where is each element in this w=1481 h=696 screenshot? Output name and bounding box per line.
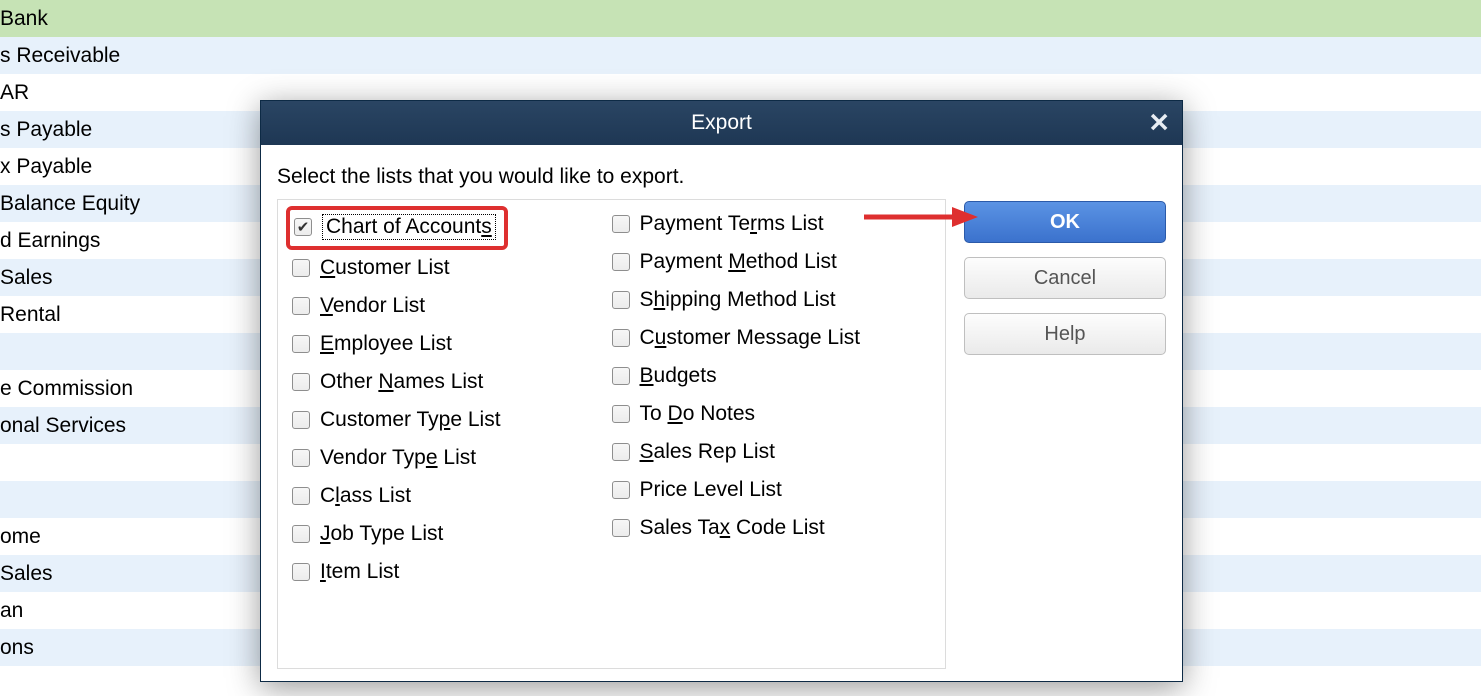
checkbox-label: Other Names List (320, 370, 483, 394)
checkbox-vendor-list[interactable]: Vendor List (292, 294, 612, 318)
checkbox-label: Job Type List (320, 522, 443, 546)
highlight-annotation: Chart of Accounts (286, 206, 508, 250)
dialog-instruction: Select the lists that you would like to … (277, 165, 1166, 189)
checkbox-chart-of-accounts[interactable]: Chart of Accounts (292, 212, 612, 242)
checkbox-payment-terms-list[interactable]: Payment Terms List (612, 212, 932, 236)
checkbox-icon[interactable] (292, 487, 310, 505)
checkbox-icon[interactable] (612, 329, 630, 347)
checkbox-label: Vendor Type List (320, 446, 476, 470)
checkbox-customer-list[interactable]: Customer List (292, 256, 612, 280)
checkbox-icon[interactable] (292, 335, 310, 353)
checkbox-employee-list[interactable]: Employee List (292, 332, 612, 356)
checkbox-icon[interactable] (612, 443, 630, 461)
cancel-button[interactable]: Cancel (964, 257, 1166, 299)
checkbox-column-left: Chart of Accounts Customer List Vendor Lis… (292, 212, 612, 656)
checkbox-label: Sales Rep List (640, 440, 775, 464)
checkbox-label: Vendor List (320, 294, 425, 318)
checkbox-label: Price Level List (640, 478, 782, 502)
checkbox-label: Item List (320, 560, 399, 584)
checkbox-icon[interactable] (292, 563, 310, 581)
checkbox-todo-notes[interactable]: To Do Notes (612, 402, 932, 426)
dialog-title: Export (691, 111, 752, 135)
checkbox-label: Budgets (640, 364, 717, 388)
export-dialog: Export ✕ Select the lists that you would… (260, 100, 1183, 682)
checkbox-icon[interactable] (292, 525, 310, 543)
dialog-body: Select the lists that you would like to … (261, 145, 1182, 681)
checkbox-label: Customer Message List (640, 326, 861, 350)
list-row[interactable]: s Receivable (0, 37, 1481, 74)
checkbox-label: Customer Type List (320, 408, 501, 432)
ok-button[interactable]: OK (964, 201, 1166, 243)
checkbox-icon[interactable] (292, 411, 310, 429)
checkbox-sales-tax-code-list[interactable]: Sales Tax Code List (612, 516, 932, 540)
close-icon[interactable]: ✕ (1148, 108, 1170, 139)
checkbox-icon[interactable] (612, 367, 630, 385)
checkbox-icon[interactable] (612, 215, 630, 233)
checkbox-icon[interactable] (612, 253, 630, 271)
checkbox-customer-message-list[interactable]: Customer Message List (612, 326, 932, 350)
checkbox-icon[interactable] (292, 297, 310, 315)
checkbox-label: Class List (320, 484, 411, 508)
checkbox-icon[interactable] (294, 218, 312, 236)
checkbox-sales-rep-list[interactable]: Sales Rep List (612, 440, 932, 464)
checkbox-other-names-list[interactable]: Other Names List (292, 370, 612, 394)
checkbox-label: Employee List (320, 332, 452, 356)
checkbox-icon[interactable] (612, 519, 630, 537)
list-row[interactable]: Bank (0, 0, 1481, 37)
checkbox-icon[interactable] (612, 291, 630, 309)
checkbox-label: Payment Terms List (640, 212, 824, 236)
checkbox-icon[interactable] (292, 373, 310, 391)
checkbox-label: Sales Tax Code List (640, 516, 825, 540)
checkbox-customer-type-list[interactable]: Customer Type List (292, 408, 612, 432)
checkbox-job-type-list[interactable]: Job Type List (292, 522, 612, 546)
checkbox-icon[interactable] (612, 405, 630, 423)
checkbox-column-right: Payment Terms List Payment Method List Shi… (612, 212, 932, 656)
checkbox-icon[interactable] (292, 259, 310, 277)
help-button[interactable]: Help (964, 313, 1166, 355)
checkbox-label: Payment Method List (640, 250, 837, 274)
checkbox-label: Chart of Accounts (322, 214, 496, 240)
checkbox-vendor-type-list[interactable]: Vendor Type List (292, 446, 612, 470)
checkbox-shipping-method-list[interactable]: Shipping Method List (612, 288, 932, 312)
checkbox-label: Shipping Method List (640, 288, 836, 312)
checkbox-price-level-list[interactable]: Price Level List (612, 478, 932, 502)
checkbox-item-list[interactable]: Item List (292, 560, 612, 584)
button-column: OK Cancel Help (964, 199, 1166, 669)
checkbox-budgets[interactable]: Budgets (612, 364, 932, 388)
checkbox-label: Customer List (320, 256, 450, 280)
checkbox-class-list[interactable]: Class List (292, 484, 612, 508)
checkbox-panel: Chart of Accounts Customer List Vendor Lis… (277, 199, 946, 669)
checkbox-icon[interactable] (292, 449, 310, 467)
dialog-titlebar: Export ✕ (261, 101, 1182, 145)
dialog-content: Chart of Accounts Customer List Vendor Lis… (277, 199, 1166, 669)
checkbox-label: To Do Notes (640, 402, 756, 426)
checkbox-payment-method-list[interactable]: Payment Method List (612, 250, 932, 274)
checkbox-icon[interactable] (612, 481, 630, 499)
